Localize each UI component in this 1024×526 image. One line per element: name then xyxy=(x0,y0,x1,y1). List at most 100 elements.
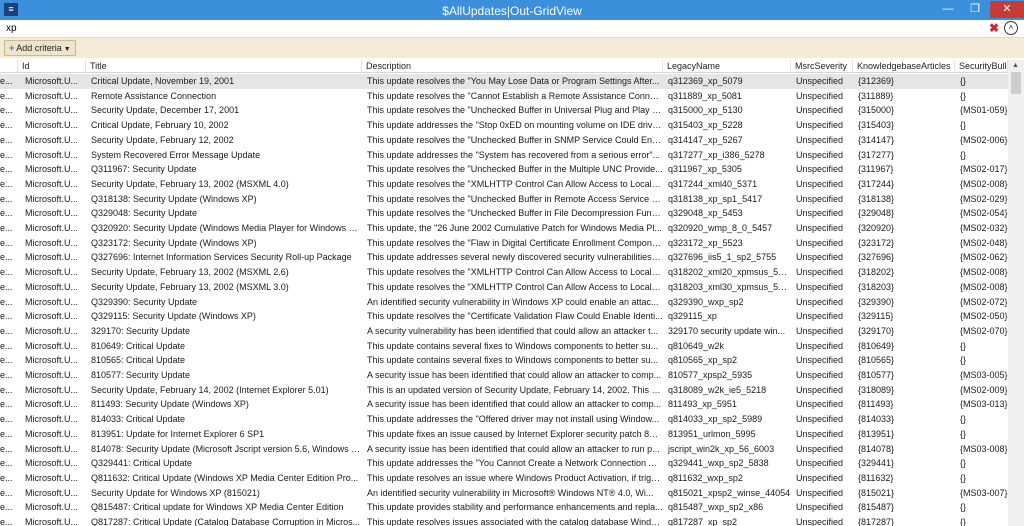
cell-description: This update resolves the "XMLHTTP Contro… xyxy=(367,178,663,189)
table-row[interactable]: e... Microsoft.U... Q329115: Security Upda… xyxy=(0,309,1008,324)
add-criteria-button[interactable]: + Add criteria ▼ xyxy=(4,40,76,56)
cell-id: Microsoft.U... xyxy=(25,458,79,469)
minimize-button[interactable]: — xyxy=(937,1,959,18)
cell-security-bulletins: {MS02-029} xyxy=(960,193,1008,204)
table-row[interactable]: e... Microsoft.U... 814078: Security Updat… xyxy=(0,442,1008,457)
cell-legacyname: q315000_xp_5130 xyxy=(668,105,743,116)
column-header-msrcseverity[interactable]: MsrcSeverity xyxy=(791,60,853,73)
column-header-id[interactable]: Id xyxy=(18,60,86,73)
cell-title: 810577: Security Update xyxy=(91,370,191,380)
table-row[interactable]: e... Microsoft.U... Q811632: Critical Upda… xyxy=(0,471,1008,486)
clear-filter-icon[interactable]: ✖ xyxy=(989,21,999,35)
cell-legacyname: q817287_xp_sp2 xyxy=(668,517,738,526)
table-row[interactable]: e... Microsoft.U... Critical Update, Novem… xyxy=(0,74,1008,89)
row-selector: e... xyxy=(0,487,13,498)
cell-title: Security Update, February 13, 2002 (MSXM… xyxy=(91,281,289,292)
table-row[interactable]: e... Microsoft.U... Q817287: Critical Upda… xyxy=(0,515,1008,526)
column-header-description[interactable]: Description xyxy=(362,60,663,73)
cell-id: Microsoft.U... xyxy=(25,517,79,526)
table-row[interactable]: e... Microsoft.U... Q320920: Security Upda… xyxy=(0,221,1008,236)
filter-input[interactable] xyxy=(6,22,981,34)
table-row[interactable]: e... Microsoft.U... 810565: Critical Updat… xyxy=(0,353,1008,368)
table-row[interactable]: e... Microsoft.U... 811493: Security Updat… xyxy=(0,397,1008,412)
cell-security-bulletins: {} xyxy=(960,502,967,513)
row-selector: e... xyxy=(0,252,13,263)
cell-title: Security Update, February 13, 2002 (MSXM… xyxy=(91,178,289,189)
cell-kb-articles: {311967} xyxy=(858,164,894,175)
add-criteria-label: Add criteria xyxy=(16,43,62,53)
table-row[interactable]: e... Microsoft.U... Q815487: Critical upda… xyxy=(0,500,1008,515)
cell-description: This update resolves the "Unchecked Buff… xyxy=(367,105,663,116)
cell-kb-articles: {311889} xyxy=(858,90,894,101)
cell-security-bulletins: {} xyxy=(960,428,967,439)
cell-id: Microsoft.U... xyxy=(25,208,79,219)
cell-description: A security issue has been identified tha… xyxy=(367,443,660,454)
table-row[interactable]: e... Microsoft.U... Security Update, Febru… xyxy=(0,133,1008,148)
column-header-knowledgebasearticles[interactable]: KnowledgebaseArticles xyxy=(853,60,955,73)
table-row[interactable]: e... Microsoft.U... Critical Update, Febru… xyxy=(0,118,1008,133)
table-row[interactable]: e... Microsoft.U... Security Update, Decem… xyxy=(0,103,1008,118)
row-selector: e... xyxy=(0,325,13,336)
table-row[interactable]: e... Microsoft.U... Security Update, Febru… xyxy=(0,280,1008,295)
cell-description: This update resolves the "Unchecked Buff… xyxy=(367,164,663,175)
table-row[interactable]: e... Microsoft.U... Q311967: Security Upda… xyxy=(0,162,1008,177)
cell-msrcseverity: Unspecified xyxy=(796,149,844,160)
row-selector: e... xyxy=(0,105,13,116)
table-row[interactable]: e... Microsoft.U... Security Update, Febru… xyxy=(0,265,1008,280)
collapse-criteria-icon[interactable]: ˄ xyxy=(1004,21,1018,35)
table-row[interactable]: e... Microsoft.U... Security Update for Wi… xyxy=(0,486,1008,501)
cell-msrcseverity: Unspecified xyxy=(796,355,844,366)
column-header-title[interactable]: Title xyxy=(86,60,362,73)
close-button[interactable]: ✕ xyxy=(990,1,1024,18)
cell-security-bulletins: {MS03-008} xyxy=(960,443,1008,454)
cell-description: This update, the "26 June 2002 Cumulativ… xyxy=(367,223,662,233)
cell-title: 814033: Critical Update xyxy=(91,414,186,425)
row-selector: e... xyxy=(0,340,13,351)
row-selector: e... xyxy=(0,428,13,439)
table-row[interactable]: e... Microsoft.U... 813951: Update for Int… xyxy=(0,427,1008,442)
table-row[interactable]: e... Microsoft.U... 810649: Critical Updat… xyxy=(0,339,1008,354)
cell-legacyname: q318138_xp_sp1_5417 xyxy=(668,193,763,204)
table-row[interactable]: e... Microsoft.U... Security Update, Febru… xyxy=(0,177,1008,192)
cell-kb-articles: {318203} xyxy=(858,281,895,292)
table-row[interactable]: e... Microsoft.U... Q327696: Internet Info… xyxy=(0,250,1008,265)
cell-security-bulletins: {} xyxy=(960,472,967,483)
cell-title: Security Update, February 13, 2002 (MSXM… xyxy=(91,267,289,278)
cell-kb-articles: {810577} xyxy=(858,370,895,380)
scroll-up-icon[interactable]: ▲ xyxy=(1012,62,1019,69)
cell-id: Microsoft.U... xyxy=(25,105,79,116)
cell-legacyname: q329441_wxp_sp2_5838 xyxy=(668,458,769,469)
cell-security-bulletins: {MS02-008} xyxy=(960,267,1008,278)
cell-legacyname: q317277_xp_i386_5278 xyxy=(668,149,765,160)
column-header-legacyname[interactable]: LegacyName xyxy=(663,60,791,73)
scroll-thumb[interactable] xyxy=(1011,72,1021,94)
table-row[interactable]: e... Microsoft.U... Q329390: Security Upda… xyxy=(0,295,1008,310)
table-row[interactable]: e... Microsoft.U... System Recovered Error… xyxy=(0,148,1008,163)
cell-id: Microsoft.U... xyxy=(25,252,79,263)
table-row[interactable]: e... Microsoft.U... Q318138: Security Upda… xyxy=(0,192,1008,207)
cell-legacyname: q318089_w2k_ie5_5218 xyxy=(668,384,767,395)
table-row[interactable]: e... Microsoft.U... Remote Assistance Conn… xyxy=(0,89,1008,104)
table-row[interactable]: e... Microsoft.U... 810577: Security Updat… xyxy=(0,368,1008,383)
select-all-header[interactable] xyxy=(0,60,18,73)
cell-description: This update resolves the "You May Lose D… xyxy=(367,76,660,86)
table-row[interactable]: e... Microsoft.U... Q323172: Security Upda… xyxy=(0,236,1008,251)
table-row[interactable]: e... Microsoft.U... Q329048: Security Upda… xyxy=(0,206,1008,221)
cell-msrcseverity: Unspecified xyxy=(796,502,844,513)
row-selector: e... xyxy=(0,502,13,513)
cell-kb-articles: {317277} xyxy=(858,149,895,160)
cell-kb-articles: {327696} xyxy=(858,252,895,263)
cell-title: Security Update, February 14, 2002 (Inte… xyxy=(91,384,329,395)
table-row[interactable]: e... Microsoft.U... 329170: Security Updat… xyxy=(0,324,1008,339)
vertical-scrollbar[interactable]: ▲ xyxy=(1008,60,1024,526)
cell-security-bulletins: {} xyxy=(960,120,967,131)
cell-title: Q329441: Critical Update xyxy=(91,458,193,469)
table-row[interactable]: e... Microsoft.U... Q329441: Critical Upda… xyxy=(0,456,1008,471)
cell-id: Microsoft.U... xyxy=(25,296,79,307)
table-row[interactable]: e... Microsoft.U... 814033: Critical Updat… xyxy=(0,412,1008,427)
maximize-button[interactable]: ❐ xyxy=(964,1,986,18)
table-row[interactable]: e... Microsoft.U... Security Update, Febru… xyxy=(0,383,1008,398)
cell-msrcseverity: Unspecified xyxy=(796,237,844,248)
column-header-securitybulletins[interactable]: SecurityBulle xyxy=(955,60,1008,73)
criteria-bar: + Add criteria ▼ xyxy=(0,38,1024,58)
